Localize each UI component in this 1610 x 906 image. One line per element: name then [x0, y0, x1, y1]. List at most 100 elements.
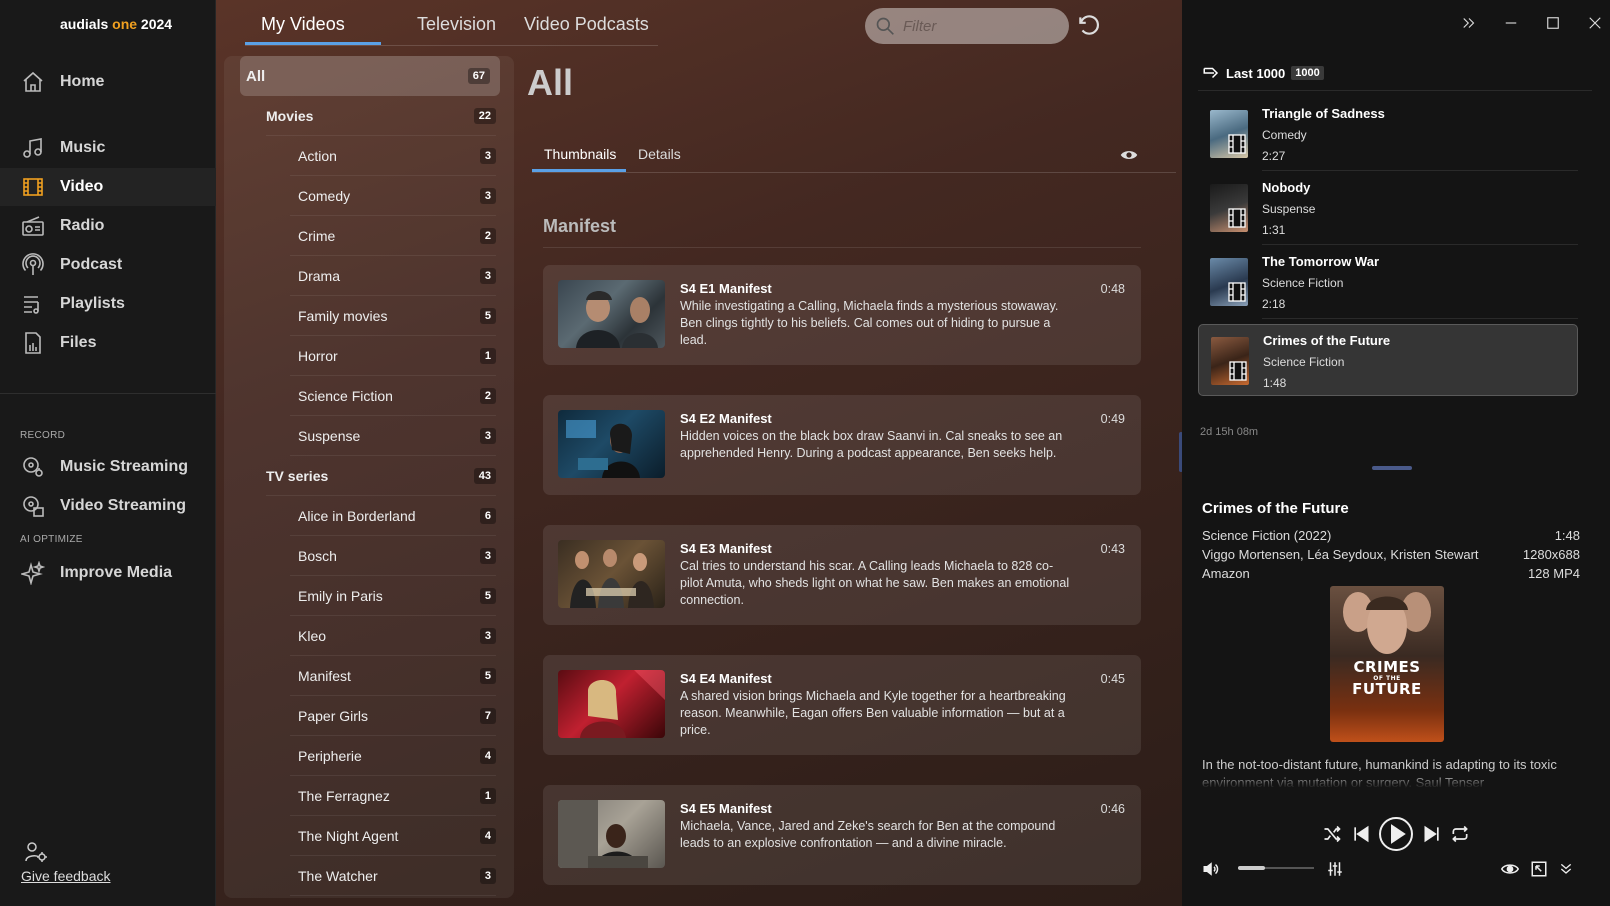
category-count: 4 [479, 748, 496, 764]
category-drama[interactable]: Drama 3 [224, 256, 514, 296]
minimize-icon [1505, 22, 1517, 24]
view-button[interactable] [1500, 860, 1520, 883]
history-item[interactable]: The Tomorrow War Science Fiction 2:18 [1198, 246, 1578, 319]
expand-down-button[interactable] [1558, 860, 1574, 883]
episode-title: S4 E2 Manifest [680, 411, 772, 426]
nav-label: Improve Media [60, 564, 173, 581]
category-paper-girls[interactable]: Paper Girls 7 [224, 696, 514, 736]
category-horror[interactable]: Horror 1 [224, 336, 514, 376]
category-bosch[interactable]: Bosch 3 [224, 536, 514, 576]
visibility-button[interactable] [1120, 146, 1138, 164]
category-suspense[interactable]: Suspense 3 [224, 416, 514, 456]
view-tabs-baseline [532, 172, 1176, 173]
tab-thumbnails[interactable]: Thumbnails [544, 146, 616, 162]
episode-card[interactable]: S4 E4 Manifest A shared vision brings Mi… [543, 655, 1141, 755]
split-resize-handle[interactable] [1372, 466, 1412, 470]
history-item[interactable]: Triangle of Sadness Comedy 2:27 [1198, 98, 1578, 171]
history-item[interactable]: Nobody Suspense 1:31 [1198, 172, 1578, 245]
close-button[interactable] [1586, 14, 1606, 34]
nav-video-streaming[interactable]: Video Streaming [0, 487, 216, 525]
tab-details[interactable]: Details [638, 146, 681, 162]
nav-label: Home [60, 73, 105, 90]
category-count: 43 [473, 468, 496, 484]
minimize-button[interactable] [1502, 14, 1522, 34]
history-total-duration: 2d 15h 08m [1200, 426, 1259, 438]
category-tv-series[interactable]: TV series 43 [224, 456, 514, 496]
category-peripherie[interactable]: Peripherie 4 [224, 736, 514, 776]
category-movies[interactable]: Movies 22 [224, 96, 514, 136]
nav-video[interactable]: Video [0, 168, 216, 206]
episode-card[interactable]: S4 E3 Manifest Cal tries to understand h… [543, 525, 1141, 625]
tab-television[interactable]: Television [417, 14, 496, 35]
category-kleo[interactable]: Kleo 3 [224, 616, 514, 656]
nav-radio[interactable]: Radio [0, 207, 216, 245]
category-action[interactable]: Action 3 [224, 136, 514, 176]
play-button[interactable] [1378, 816, 1414, 857]
history-duration: 2:18 [1262, 297, 1286, 311]
mini-player-button[interactable] [1530, 860, 1548, 883]
tab-my-videos[interactable]: My Videos [261, 14, 345, 35]
home-icon [20, 69, 46, 95]
app-logo: audials one 2024 [60, 16, 173, 32]
nav-playlists[interactable]: Playlists [0, 285, 216, 323]
nav-files[interactable]: Files [0, 324, 216, 362]
nav-music[interactable]: Music [0, 129, 216, 167]
category-count: 5 [479, 588, 496, 604]
nav-music-streaming[interactable]: Music Streaming [0, 448, 216, 486]
previous-button[interactable] [1351, 824, 1371, 849]
category-manifest[interactable]: Manifest 5 [224, 656, 514, 696]
give-feedback-link[interactable]: Give feedback [21, 868, 111, 884]
category-the-night-agent[interactable]: The Night Agent 4 [224, 816, 514, 856]
category-label: Alice in Borderland [298, 508, 416, 524]
category-science-fiction[interactable]: Science Fiction 2 [224, 376, 514, 416]
music-icon [20, 135, 46, 161]
category-emily-in-paris[interactable]: Emily in Paris 5 [224, 576, 514, 616]
episode-card[interactable]: S4 E2 Manifest Hidden voices on the blac… [543, 395, 1141, 495]
collapse-panel-button[interactable] [1460, 14, 1480, 34]
category-the-ferragnez[interactable]: The Ferragnez 1 [224, 776, 514, 816]
equalizer-button[interactable] [1326, 860, 1344, 883]
tab-video-podcasts[interactable]: Video Podcasts [524, 14, 649, 35]
category-alice-in-borderland[interactable]: Alice in Borderland 6 [224, 496, 514, 536]
mini-player-icon [1531, 861, 1547, 877]
volume-button[interactable] [1202, 860, 1220, 883]
category-count: 7 [479, 708, 496, 724]
category-all[interactable]: All 67 [240, 56, 500, 96]
feedback-icon[interactable] [24, 840, 48, 864]
eye-icon [1120, 151, 1138, 159]
history-genre: Science Fiction [1263, 355, 1345, 369]
history-genre: Comedy [1262, 128, 1307, 142]
episode-card[interactable]: S4 E1 Manifest While investigating a Cal… [543, 265, 1141, 365]
history-badge: 1000 [1291, 66, 1324, 80]
refresh-button[interactable] [1076, 12, 1104, 40]
category-crime[interactable]: Crime 2 [224, 216, 514, 256]
category-count: 22 [473, 108, 496, 124]
repeat-button[interactable] [1450, 824, 1470, 849]
volume-slider[interactable] [1238, 866, 1314, 870]
category-comedy[interactable]: Comedy 3 [224, 176, 514, 216]
category-the-watcher[interactable]: The Watcher 3 [224, 856, 514, 896]
history-genre: Science Fiction [1262, 276, 1344, 290]
episode-duration: 0:45 [1100, 672, 1125, 686]
ai-section-label: AI OPTIMIZE [20, 534, 83, 545]
maximize-button[interactable] [1544, 14, 1564, 34]
category-label: Science Fiction [298, 388, 393, 404]
shuffle-button[interactable] [1322, 824, 1342, 849]
episode-title: S4 E4 Manifest [680, 671, 772, 686]
nav-label: Radio [60, 217, 105, 234]
next-button[interactable] [1422, 824, 1442, 849]
poster-title-line3: FUTURE [1352, 680, 1422, 698]
history-item-selected[interactable]: Crimes of the Future Science Fiction 1:4… [1198, 324, 1578, 396]
nav-improve-media[interactable]: Improve Media [0, 554, 216, 592]
category-count: 3 [479, 268, 496, 284]
filter-box[interactable] [865, 8, 1069, 44]
filter-input[interactable] [903, 17, 1063, 35]
category-label: All [246, 67, 266, 85]
episode-card[interactable]: S4 E5 Manifest Michaela, Vance, Jared an… [543, 785, 1141, 885]
nav-home[interactable]: Home [0, 63, 216, 101]
category-family-movies[interactable]: Family movies 5 [224, 296, 514, 336]
history-header[interactable]: Last 1000 1000 [1202, 64, 1324, 82]
category-count: 3 [479, 188, 496, 204]
nav-podcast[interactable]: Podcast [0, 246, 216, 284]
active-tab-indicator [245, 42, 381, 45]
